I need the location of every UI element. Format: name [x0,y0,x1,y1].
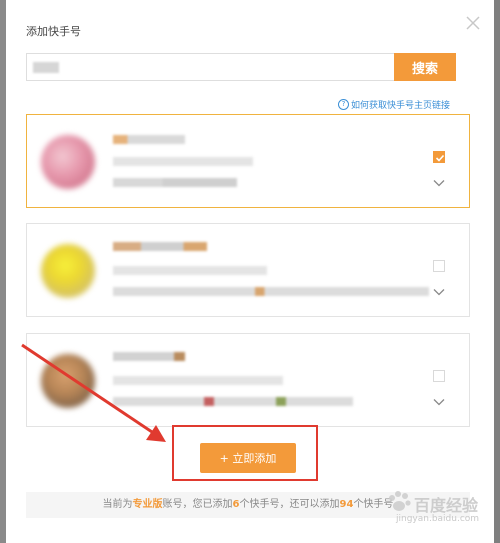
account-card[interactable] [26,114,470,208]
account-card[interactable] [26,223,470,317]
account-name [113,135,185,144]
account-card[interactable] [26,333,470,427]
account-name [113,242,207,251]
footer-text: 账号，您已添加 [162,499,233,510]
avatar [41,354,95,408]
watermark-url: jingyan.baidu.com [396,514,480,524]
help-link[interactable]: ? 如何获取快手号主页链接 [338,98,450,111]
account-info [113,376,283,385]
paw-icon [389,491,411,511]
account-info [113,157,253,166]
select-checkbox[interactable] [433,370,445,382]
check-icon [435,154,445,162]
select-checkbox[interactable] [433,151,445,163]
added-count: 6 [232,499,240,510]
remaining-count: 94 [339,499,354,510]
search-input[interactable] [26,53,394,81]
watermark-text: 百度经验 [414,496,479,515]
footer-text: 个快手号，还可以添加 [239,499,340,510]
help-circle-icon: ? [338,99,349,110]
footer-text: 当前为 [102,499,133,510]
select-checkbox[interactable] [433,260,445,272]
close-button[interactable] [464,14,482,32]
add-now-button[interactable]: + 立即添加 [200,443,296,473]
account-desc [113,397,353,406]
chevron-down-icon[interactable] [433,179,445,187]
avatar [41,244,95,298]
chevron-down-icon[interactable] [433,398,445,406]
edition-label: 专业版 [132,499,163,510]
dialog-title: 添加快手号 [26,25,81,38]
search-input-value [33,62,59,73]
close-icon [466,16,480,30]
chevron-down-icon[interactable] [433,288,445,296]
account-desc [113,178,237,187]
avatar [41,135,95,189]
baidu-watermark: 百度经验 jingyan.baidu.com [378,488,496,532]
account-name [113,352,185,361]
help-link-text: 如何获取快手号主页链接 [351,101,451,111]
search-button[interactable]: 搜索 [394,53,456,81]
account-desc [113,287,429,296]
account-info [113,266,267,275]
